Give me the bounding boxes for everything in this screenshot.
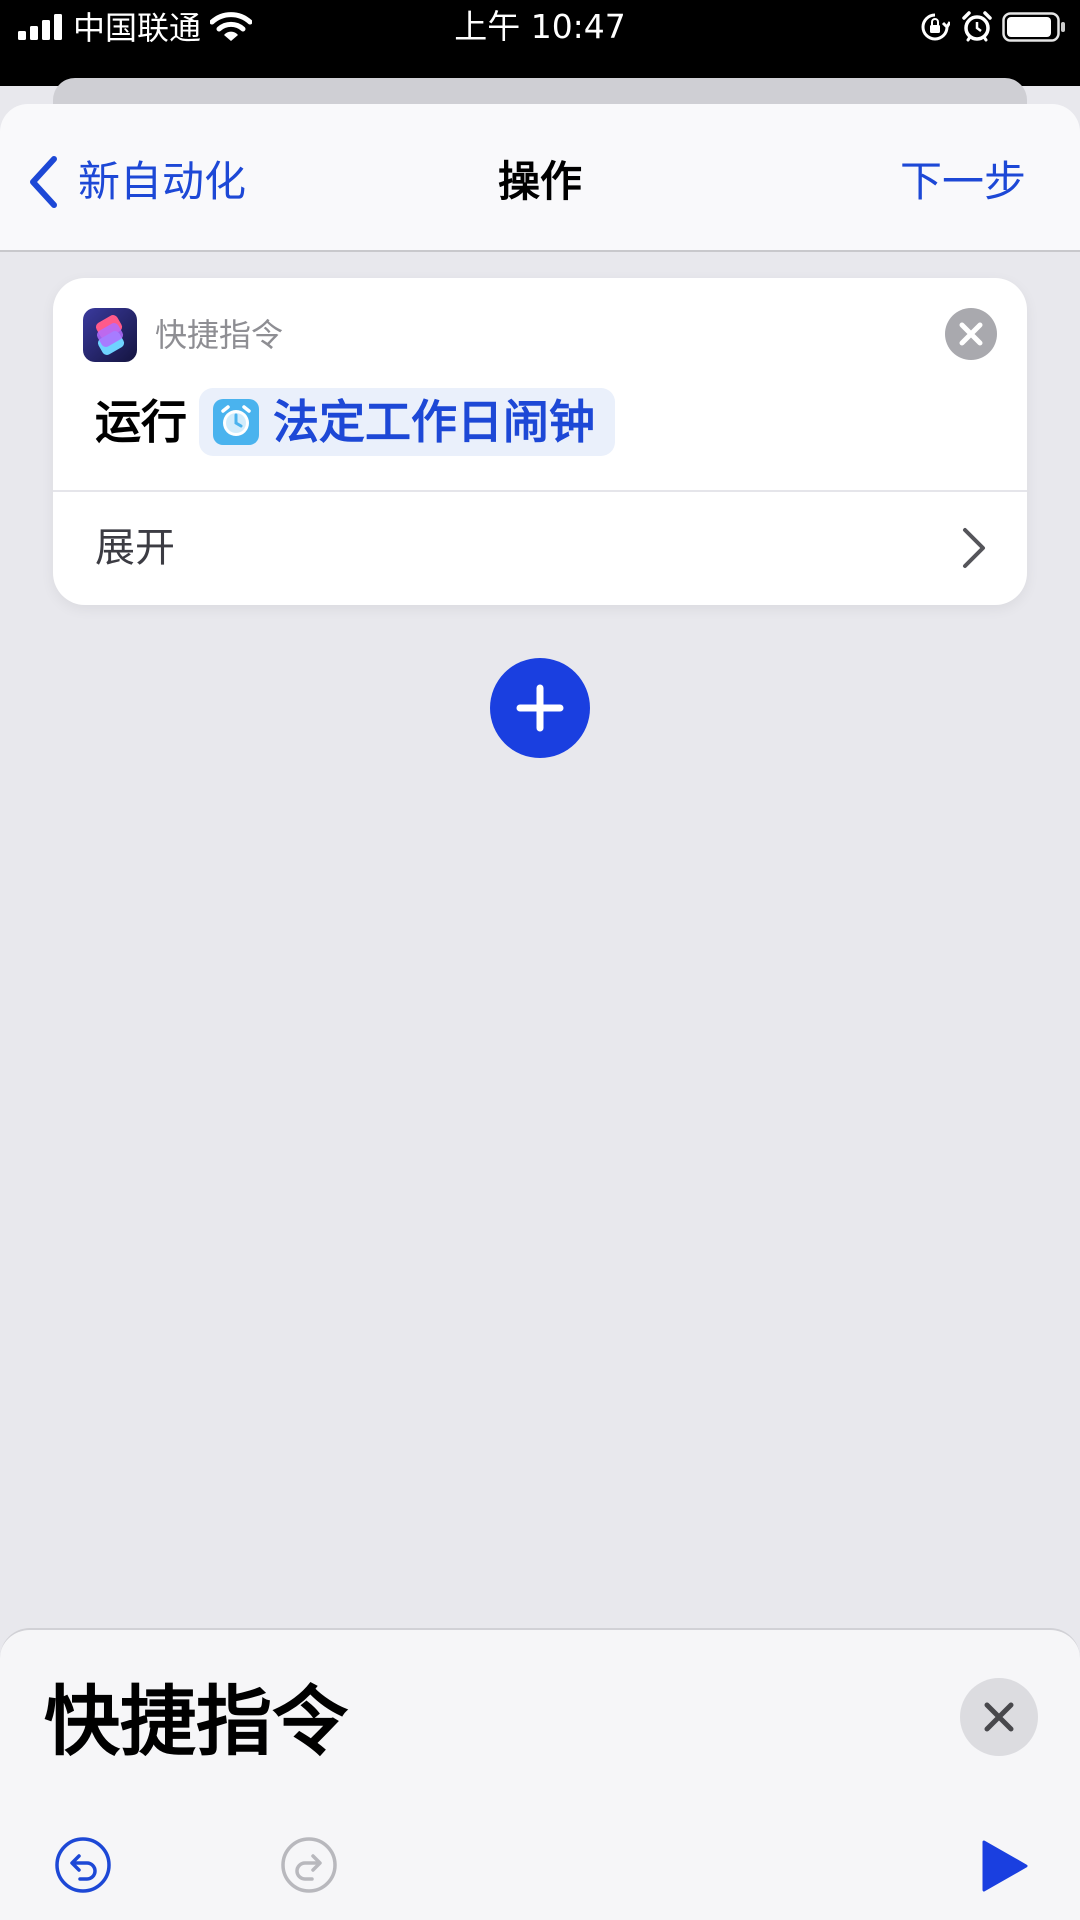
chevron-right-icon [963,528,985,568]
action-card: 快捷指令 运行 法定工作日闹钟 展开 [53,278,1027,605]
status-bar: 中国联通 上午 10:47 [0,0,1080,86]
shortcuts-logo-icon [95,315,125,355]
status-time: 上午 10:47 [454,7,626,46]
next-button[interactable]: 下一步 [900,152,1026,212]
shortcut-name: 法定工作日闹钟 [273,395,595,449]
alarm-clock-icon [213,399,259,445]
editor-toolbar [0,1804,1080,1920]
undo-icon[interactable] [54,1836,112,1894]
shortcut-parameter-chip[interactable]: 法定工作日闹钟 [199,388,615,456]
action-app-name: 快捷指令 [155,316,284,354]
orientation-lock-icon [921,13,950,41]
run-label: 运行 [95,395,187,449]
alarm-icon [962,11,992,42]
navigation-bar: 新自动化 操作 下一步 [0,104,1080,252]
add-action-button[interactable] [490,658,590,758]
plus-icon [516,684,564,732]
play-icon[interactable] [980,1840,1028,1892]
panel-title: 快捷指令 [44,1677,348,1766]
battery-icon [1002,12,1065,42]
run-action-row: 运行 法定工作日闹钟 [95,386,615,458]
expand-row[interactable]: 展开 [53,492,1027,605]
panel-close-button[interactable] [960,1678,1038,1756]
expand-label: 展开 [95,525,175,571]
close-icon [959,322,983,346]
redo-icon[interactable] [280,1836,338,1894]
remove-action-button[interactable] [945,308,997,360]
close-icon [984,1702,1014,1732]
shortcuts-app-icon [83,308,137,362]
